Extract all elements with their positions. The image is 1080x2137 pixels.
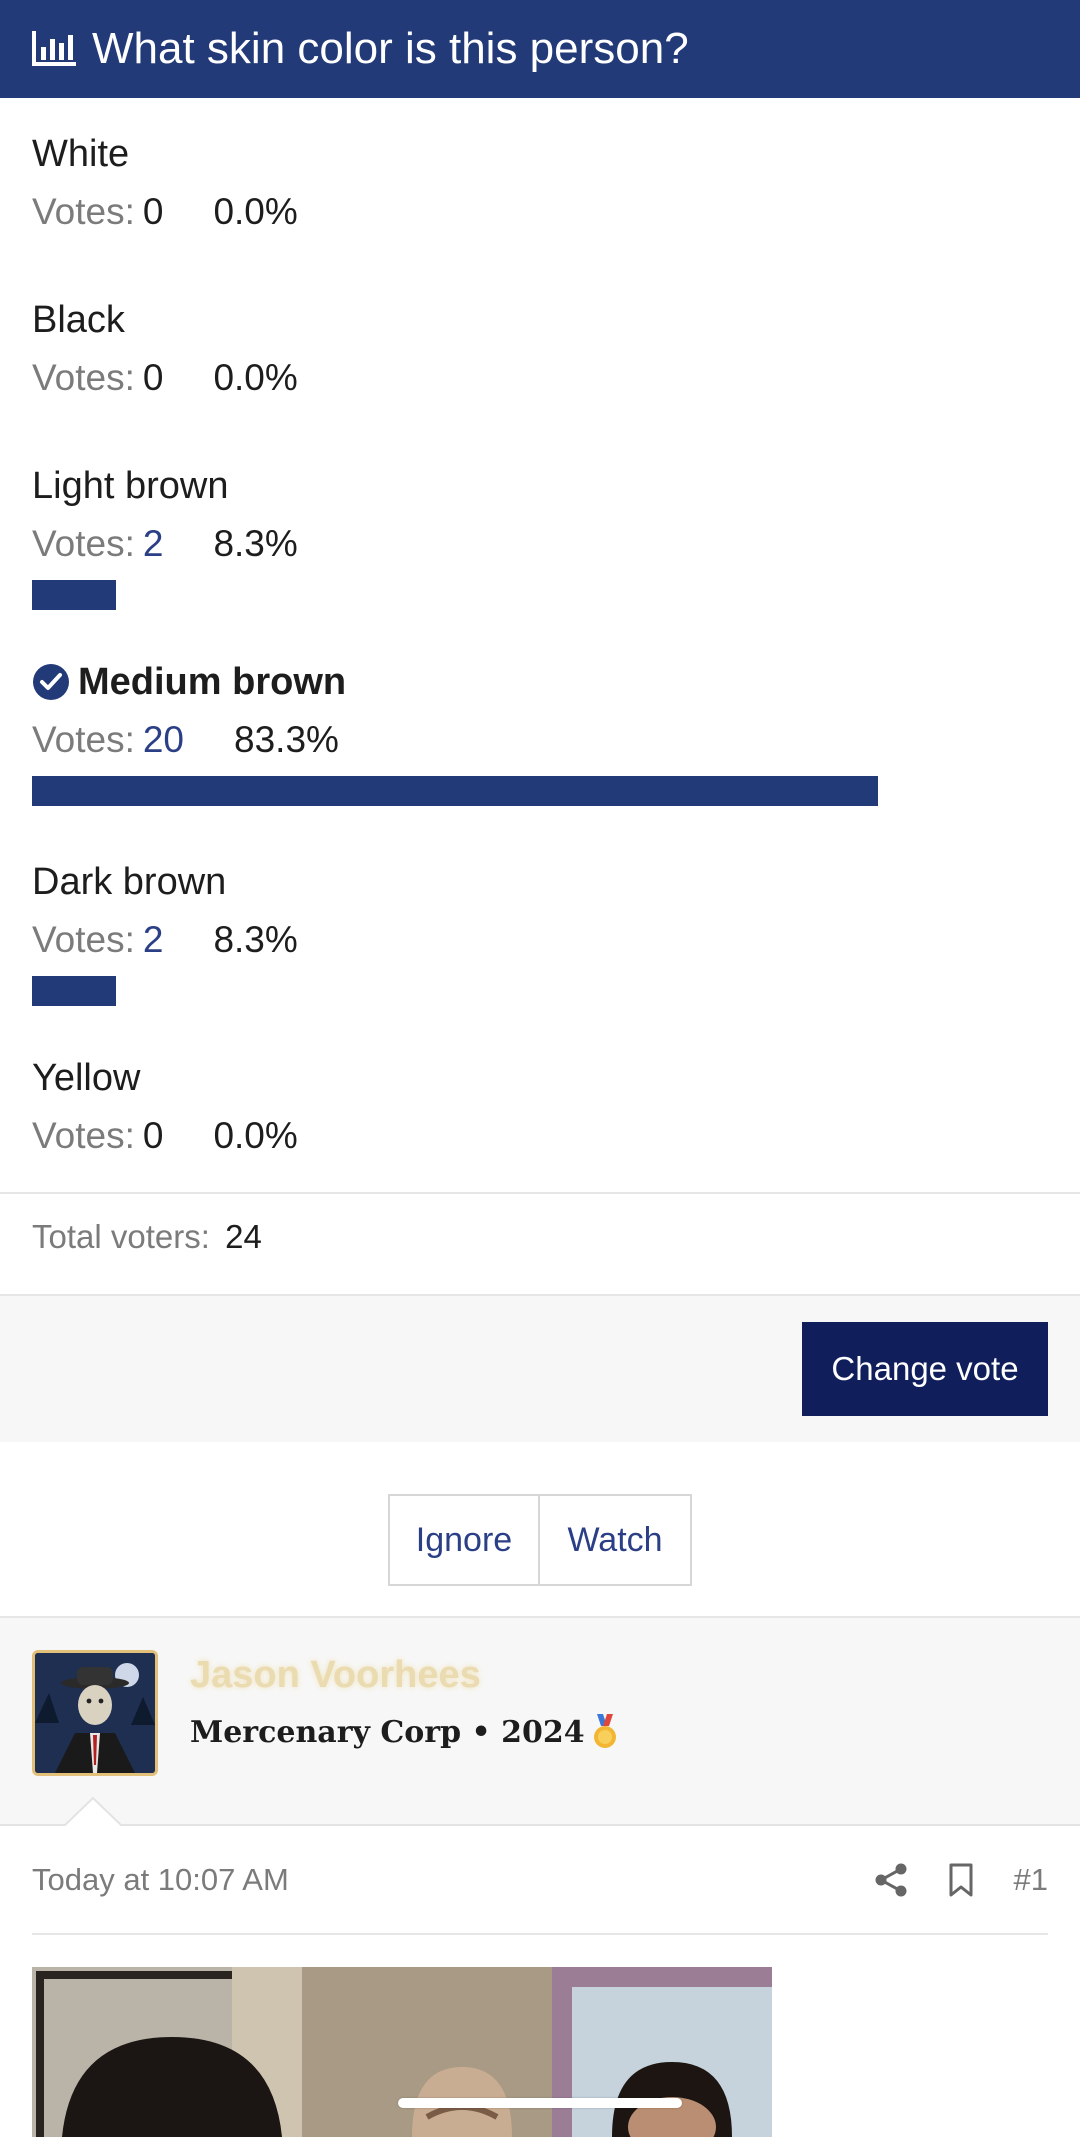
poll-option-medium-brown: Medium brown Votes: 20 83.3% [32, 660, 1048, 806]
avatar-image [35, 1653, 155, 1773]
votes-key: Votes: [32, 523, 135, 564]
gold-medal-icon [593, 1714, 616, 1748]
thread-action-group: Ignore Watch [388, 1494, 692, 1586]
post-author-bar: Jason Voorhees Mercenary Corp • 2024 [0, 1616, 1080, 1826]
vote-percent: 8.3% [213, 919, 298, 960]
author-title-text: Mercenary Corp • 2024 [190, 1714, 585, 1750]
divider [0, 1192, 1080, 1194]
votes-count-link[interactable]: 2 [143, 522, 164, 566]
ignore-button[interactable]: Ignore [388, 1494, 540, 1586]
vote-percent: 0.0% [213, 191, 298, 232]
votes-count-link[interactable]: 20 [143, 718, 184, 762]
post-image-photos [32, 1967, 772, 2137]
option-label: Light brown [32, 465, 229, 507]
vote-bar [32, 776, 878, 806]
change-vote-button[interactable]: Change vote [802, 1322, 1048, 1416]
votes-key: Votes: [32, 919, 135, 960]
watch-button[interactable]: Watch [540, 1494, 692, 1586]
poll-header: What skin color is this person? [0, 0, 1080, 98]
vote-percent: 0.0% [213, 1115, 298, 1156]
vote-bar [32, 580, 116, 610]
votes-count: 0 [142, 357, 164, 398]
post-date[interactable]: Today at 10:07 AM [32, 1862, 289, 1898]
author-title: Mercenary Corp • 2024 [190, 1714, 619, 1750]
vote-percent: 0.0% [213, 357, 298, 398]
checkmark-circle-icon [33, 664, 69, 700]
votes-key: Votes: [32, 191, 135, 232]
total-voters-count: 24 [225, 1218, 262, 1255]
divider [32, 1933, 1048, 1935]
post-meta: Today at 10:07 AM #1 [32, 1858, 1048, 1902]
votes-key: Votes: [32, 1115, 135, 1156]
bookmark-icon[interactable] [944, 1862, 978, 1898]
poll-option-light-brown: Light brown Votes: 2 8.3% [32, 464, 1048, 610]
option-label: Medium brown [78, 661, 347, 703]
poll-title: What skin color is this person? [92, 24, 689, 73]
vote-bar [32, 976, 116, 1006]
poll-option-yellow: Yellow Votes: 0 0.0% [32, 1056, 1048, 1158]
share-icon[interactable] [874, 1862, 908, 1898]
post-number[interactable]: #1 [1014, 1862, 1048, 1898]
votes-key: Votes: [32, 357, 135, 398]
vote-percent: 83.3% [234, 719, 339, 760]
poll-option-black: Black Votes: 0 0.0% [32, 298, 1048, 400]
post-image[interactable] [32, 1967, 932, 2137]
total-voters-label: Total voters: [32, 1218, 210, 1255]
option-label: White [32, 133, 130, 175]
vote-percent: 8.3% [213, 523, 298, 564]
author-name[interactable]: Jason Voorhees [190, 1654, 481, 1697]
votes-count-link[interactable]: 2 [143, 918, 164, 962]
bar-chart-icon [32, 31, 76, 66]
option-label: Dark brown [32, 861, 227, 903]
poll-actions: Change vote [0, 1296, 1080, 1442]
votes-count: 0 [142, 1115, 164, 1156]
poll-option-white: White Votes: 0 0.0% [32, 132, 1048, 234]
home-indicator[interactable] [398, 2098, 682, 2108]
votes-key: Votes: [32, 719, 135, 760]
poll-option-dark-brown: Dark brown Votes: 2 8.3% [32, 860, 1048, 1006]
option-label: Black [32, 299, 125, 341]
speech-caret [64, 1796, 122, 1826]
option-label: Yellow [32, 1057, 141, 1099]
avatar[interactable] [32, 1650, 158, 1776]
votes-count: 0 [142, 191, 164, 232]
total-voters: Total voters: 24 [32, 1218, 262, 1256]
